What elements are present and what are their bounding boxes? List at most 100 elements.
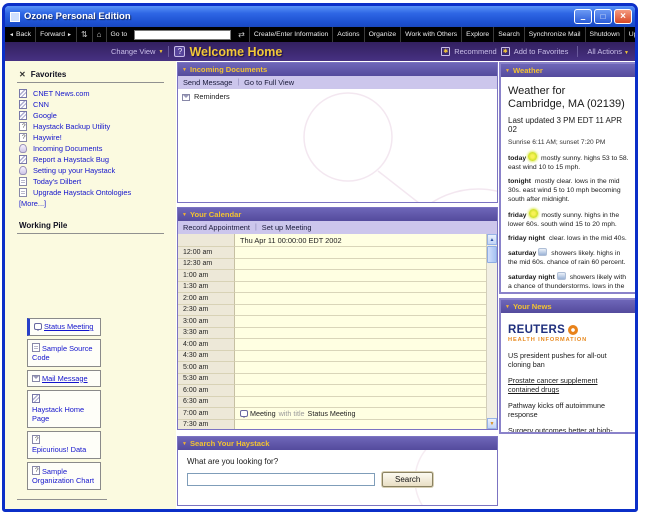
news-item-link[interactable]: Prostate cancer supplement contained dru… <box>508 376 630 394</box>
time-label: 5:30 am <box>178 374 235 386</box>
change-view-dropdown[interactable]: Change View▼ <box>111 47 163 56</box>
image-icon <box>19 155 27 164</box>
back-button[interactable]: ◄Back <box>5 27 36 42</box>
calendar-header[interactable]: ▼ Your Calendar <box>178 208 497 221</box>
scrollbar-thumb[interactable] <box>487 246 497 263</box>
time-label: 7:30 am <box>178 420 235 430</box>
pile-card-sample-organization-chart[interactable]: Sample Organization Chart <box>27 462 101 490</box>
calendar-slot[interactable] <box>235 282 497 294</box>
favorite-link[interactable]: Report a Haystack Bug <box>19 154 176 165</box>
help-icon <box>32 435 40 444</box>
recommend-button[interactable]: Recommend <box>454 47 497 56</box>
menu-upgrade[interactable]: Upgrade <box>625 27 635 42</box>
favorite-link[interactable]: Haystack Backup Utility <box>19 121 176 132</box>
send-message-link[interactable]: Send Message <box>183 78 232 87</box>
divider <box>17 82 164 83</box>
news-item-link[interactable]: Pathway kicks off autoimmune response <box>508 401 630 419</box>
calendar-slot[interactable] <box>235 247 497 259</box>
calendar-slot[interactable] <box>235 270 497 282</box>
title-bar[interactable]: Ozone Personal Edition – □ × <box>5 6 635 27</box>
calendar-scrollbar[interactable]: ▲ ▼ <box>486 234 497 429</box>
calendar-slot[interactable] <box>235 385 497 397</box>
calendar-slot[interactable] <box>235 374 497 386</box>
refresh-button[interactable]: ⇅ <box>77 27 93 42</box>
favorite-link[interactable]: Google <box>19 110 176 121</box>
menu-explore[interactable]: Explore <box>462 27 494 42</box>
forward-button[interactable]: Forward► <box>36 27 77 42</box>
menu-work-with-others[interactable]: Work with Others <box>401 27 462 42</box>
incoming-documents-header[interactable]: ▼ Incoming Documents <box>178 63 497 76</box>
news-header[interactable]: ▼ Your News <box>501 300 635 313</box>
favorite-link[interactable]: Upgrade Haystack Ontologies <box>19 187 176 198</box>
chevron-down-icon: ▼ <box>182 212 187 218</box>
pile-card-sample-source-code[interactable]: Sample Source Code <box>27 339 101 367</box>
favorites-title: Favorites <box>31 70 67 79</box>
showers-icon <box>538 248 547 256</box>
maximize-button[interactable]: □ <box>594 9 612 24</box>
favorite-link[interactable]: CNET News.com <box>19 88 176 99</box>
close-button[interactable]: × <box>614 9 632 24</box>
pile-card-epicurious-data[interactable]: Epicurious! Data <box>27 431 101 459</box>
add-to-favorites-button[interactable]: Add to Favorites <box>514 47 569 56</box>
weather-header[interactable]: ▼ Weather <box>501 64 635 77</box>
pile-card-mail-message[interactable]: Mail Message <box>27 370 101 388</box>
favorite-link[interactable]: Setting up your Haystack <box>19 165 176 176</box>
weather-entry: today mostly sunny. highs 53 to 58. east… <box>508 152 630 172</box>
search-header[interactable]: ▼ Search Your Haystack <box>178 437 497 450</box>
menu-search[interactable]: Search <box>494 27 525 42</box>
time-label: 6:00 am <box>178 385 235 397</box>
goto-input[interactable] <box>134 30 231 40</box>
calendar-event-status-meeting[interactable]: Meeting with title Status Meeting <box>235 408 497 420</box>
time-label: 7:00 am <box>178 408 235 420</box>
record-appointment-link[interactable]: Record Appointment <box>183 223 250 232</box>
calendar-slot[interactable] <box>235 259 497 271</box>
favorite-link[interactable]: CNN <box>19 99 176 110</box>
calendar-slot[interactable] <box>235 397 497 409</box>
divider: | <box>237 79 239 86</box>
favorite-link[interactable]: Haywire! <box>19 132 176 143</box>
go-to-full-view-link[interactable]: Go to Full View <box>244 78 294 87</box>
calendar-slot[interactable] <box>235 351 497 363</box>
calendar-title: Your Calendar <box>190 210 241 219</box>
news-item-link[interactable]: US president pushes for all-out cloning … <box>508 351 630 369</box>
favorite-link[interactable]: Incoming Documents <box>19 143 176 154</box>
collapse-icon[interactable]: ✕ <box>19 70 26 79</box>
scroll-down-icon[interactable]: ▼ <box>487 418 497 429</box>
search-prompt: What are you looking for? <box>187 457 488 466</box>
weather-title: Weather <box>513 66 543 75</box>
weather-entry: saturday night showers likely with a cha… <box>508 272 630 292</box>
scroll-up-icon[interactable]: ▲ <box>487 234 497 245</box>
pile-card-status-meeting[interactable]: Status Meeting <box>27 318 101 336</box>
calendar-slot[interactable] <box>235 339 497 351</box>
menu-actions[interactable]: Actions <box>333 27 364 42</box>
minimize-button[interactable]: – <box>574 9 592 24</box>
menu-create-enter-information[interactable]: Create/Enter Information <box>250 27 333 42</box>
weather-sun-times: Sunrise 6:11 AM; sunset 7:20 PM <box>508 139 630 146</box>
search-input[interactable] <box>187 473 375 486</box>
calendar-slot[interactable] <box>235 293 497 305</box>
calendar-slot[interactable] <box>235 316 497 328</box>
goto-submit-button[interactable]: ⇄ <box>234 27 250 42</box>
image-icon <box>19 100 27 109</box>
news-item-link[interactable]: Surgery outcomes better at high-volume h… <box>508 426 630 432</box>
calendar-slot[interactable] <box>235 362 497 374</box>
divider <box>17 233 164 234</box>
menu-organize[interactable]: Organize <box>365 27 402 42</box>
calendar-slot[interactable] <box>235 328 497 340</box>
news-title: Your News <box>513 302 552 311</box>
calendar-slot[interactable] <box>235 305 497 317</box>
search-button[interactable]: Search <box>382 472 433 487</box>
help-icon[interactable]: ? <box>174 46 185 57</box>
favorites-more-link[interactable]: [More...] <box>19 199 176 208</box>
pile-card-haystack-home-page[interactable]: Haystack Home Page <box>27 390 101 428</box>
favorite-link[interactable]: Today's Dilbert <box>19 176 176 187</box>
menu-shutdown[interactable]: Shutdown <box>586 27 625 42</box>
set-up-meeting-link[interactable]: Set up Meeting <box>262 223 312 232</box>
search-panel: ▼ Search Your Haystack What are you look… <box>177 436 498 506</box>
weather-entry: saturday showers likely. highs in the mi… <box>508 248 630 267</box>
menu-synchronize-mail[interactable]: Synchronize Mail <box>525 27 586 42</box>
calendar-slot[interactable] <box>235 420 497 430</box>
all-actions-dropdown[interactable]: All Actions ▼ <box>587 47 629 56</box>
home-button[interactable]: ⌂ <box>93 27 107 42</box>
reminders-item[interactable]: Reminders <box>182 92 497 101</box>
